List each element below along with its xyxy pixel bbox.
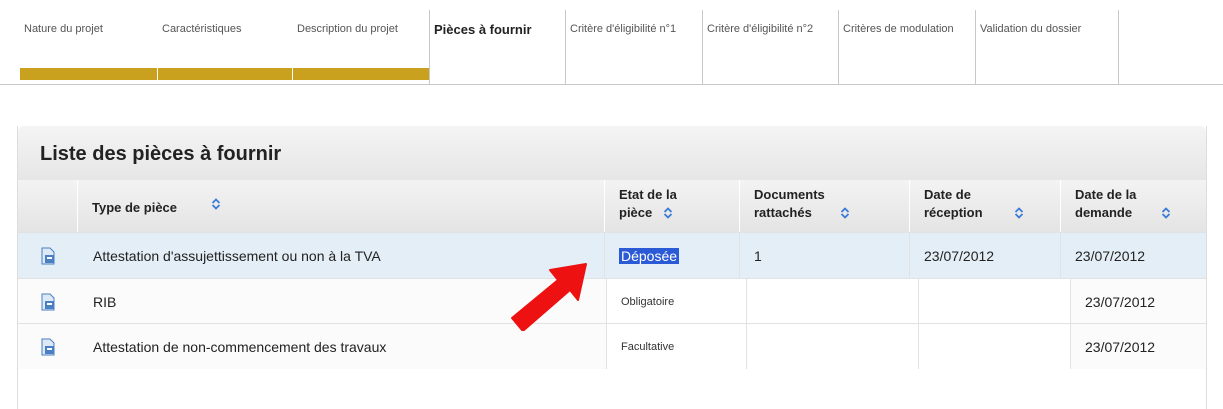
sort-icon[interactable]: [1161, 207, 1171, 219]
tab-label: Critères de modulation: [843, 23, 954, 35]
column-label: Etat de la: [619, 187, 677, 202]
sort-icon[interactable]: [211, 198, 221, 210]
tab-critere-eligibilite-2[interactable]: Critère d'éligibilité n°2: [702, 10, 838, 84]
tab-empty: [1118, 10, 1223, 84]
cell-date-reception: [918, 324, 1070, 369]
cell-etat: Obligatoire: [606, 279, 746, 324]
panel-title: Liste des pièces à fournir: [40, 143, 282, 165]
column-icon-header: [18, 180, 77, 232]
document-icon[interactable]: [40, 247, 56, 265]
status-selected-text: Déposée: [619, 248, 680, 264]
document-icon[interactable]: [40, 338, 56, 356]
tab-progress-bar: [1119, 68, 1223, 80]
pieces-panel: Liste des pièces à fournir Type de pièce…: [17, 126, 1207, 409]
table-row[interactable]: Attestation de non-commencement des trav…: [18, 323, 1206, 369]
tab-label: Pièces à fournir: [434, 22, 532, 37]
row-icon-cell[interactable]: [18, 279, 77, 324]
tab-progress-bar: [158, 68, 292, 80]
sort-icon[interactable]: [663, 207, 673, 219]
tab-label: Caractéristiques: [162, 23, 242, 35]
row-icon-cell[interactable]: [18, 324, 77, 369]
cell-date-reception: 23/07/2012: [909, 233, 1060, 279]
tab-criteres-de-modulation[interactable]: Critères de modulation: [838, 10, 975, 84]
tab-nature-du-projet[interactable]: Nature du projet: [20, 10, 157, 84]
tab-label: Nature du projet: [24, 23, 103, 35]
column-label: réception: [924, 205, 983, 220]
cell-date-demande: 23/07/2012: [1060, 233, 1206, 279]
column-label: pièce: [619, 205, 653, 220]
cell-documents: 1: [739, 233, 909, 279]
tab-progress-bar: [293, 68, 429, 80]
column-documents-rattaches[interactable]: Documents rattachés: [739, 180, 909, 232]
tab-progress-bar: [976, 68, 1118, 80]
tab-label: Validation du dossier: [980, 23, 1082, 35]
wizard-tabs: Nature du projet Caractéristiques Descri…: [0, 0, 1223, 85]
sort-icon[interactable]: [840, 207, 850, 219]
cell-documents: [746, 279, 918, 324]
tab-progress-bar: [566, 68, 702, 80]
cell-etat: Déposée: [604, 233, 739, 279]
red-arrow-annotation: [511, 263, 587, 331]
tab-caracteristiques[interactable]: Caractéristiques: [157, 10, 292, 84]
tab-critere-eligibilite-1[interactable]: Critère d'éligibilité n°1: [565, 10, 702, 84]
tab-validation-du-dossier[interactable]: Validation du dossier: [975, 10, 1118, 84]
column-label: Date de: [924, 187, 971, 202]
document-icon[interactable]: [40, 293, 56, 311]
tab-description-du-projet[interactable]: Description du projet: [292, 10, 429, 84]
cell-documents: [746, 324, 918, 369]
table-header: Type de pièce Etat de la pièce Documents…: [18, 180, 1206, 232]
column-etat-de-la-piece[interactable]: Etat de la pièce: [604, 180, 739, 232]
row-icon-cell[interactable]: [18, 233, 77, 279]
sort-icon[interactable]: [1014, 207, 1024, 219]
panel-header: Liste des pièces à fournir: [18, 126, 1206, 180]
column-label: rattachés: [754, 205, 812, 220]
cell-date-demande: 23/07/2012: [1070, 324, 1206, 369]
column-label: Type de pièce: [92, 200, 178, 215]
column-type-de-piece[interactable]: Type de pièce: [77, 180, 604, 232]
table-row[interactable]: Attestation d'assujettissement ou non à …: [18, 232, 1206, 279]
column-date-de-la-demande[interactable]: Date de la demande: [1060, 180, 1206, 232]
tab-label: Critère d'éligibilité n°1: [570, 23, 677, 35]
cell-date-reception: [918, 279, 1070, 324]
table-row[interactable]: RIB Obligatoire 23/07/2012: [18, 278, 1206, 324]
cell-date-demande: 23/07/2012: [1070, 279, 1206, 324]
column-label: Date de la: [1075, 187, 1137, 202]
tab-pieces-a-fournir[interactable]: Pièces à fournir: [429, 10, 565, 84]
tab-progress-bar: [20, 68, 157, 80]
column-label: demande: [1075, 205, 1133, 220]
tab-progress-bar: [430, 68, 565, 80]
tab-progress-bar: [703, 68, 838, 80]
tab-label: Critère d'éligibilité n°2: [707, 23, 814, 35]
column-label: Documents: [754, 187, 825, 202]
column-date-de-reception[interactable]: Date de réception: [909, 180, 1060, 232]
tab-label: Description du projet: [297, 23, 398, 35]
cell-etat: Facultative: [606, 324, 746, 369]
tab-progress-bar: [839, 68, 975, 80]
